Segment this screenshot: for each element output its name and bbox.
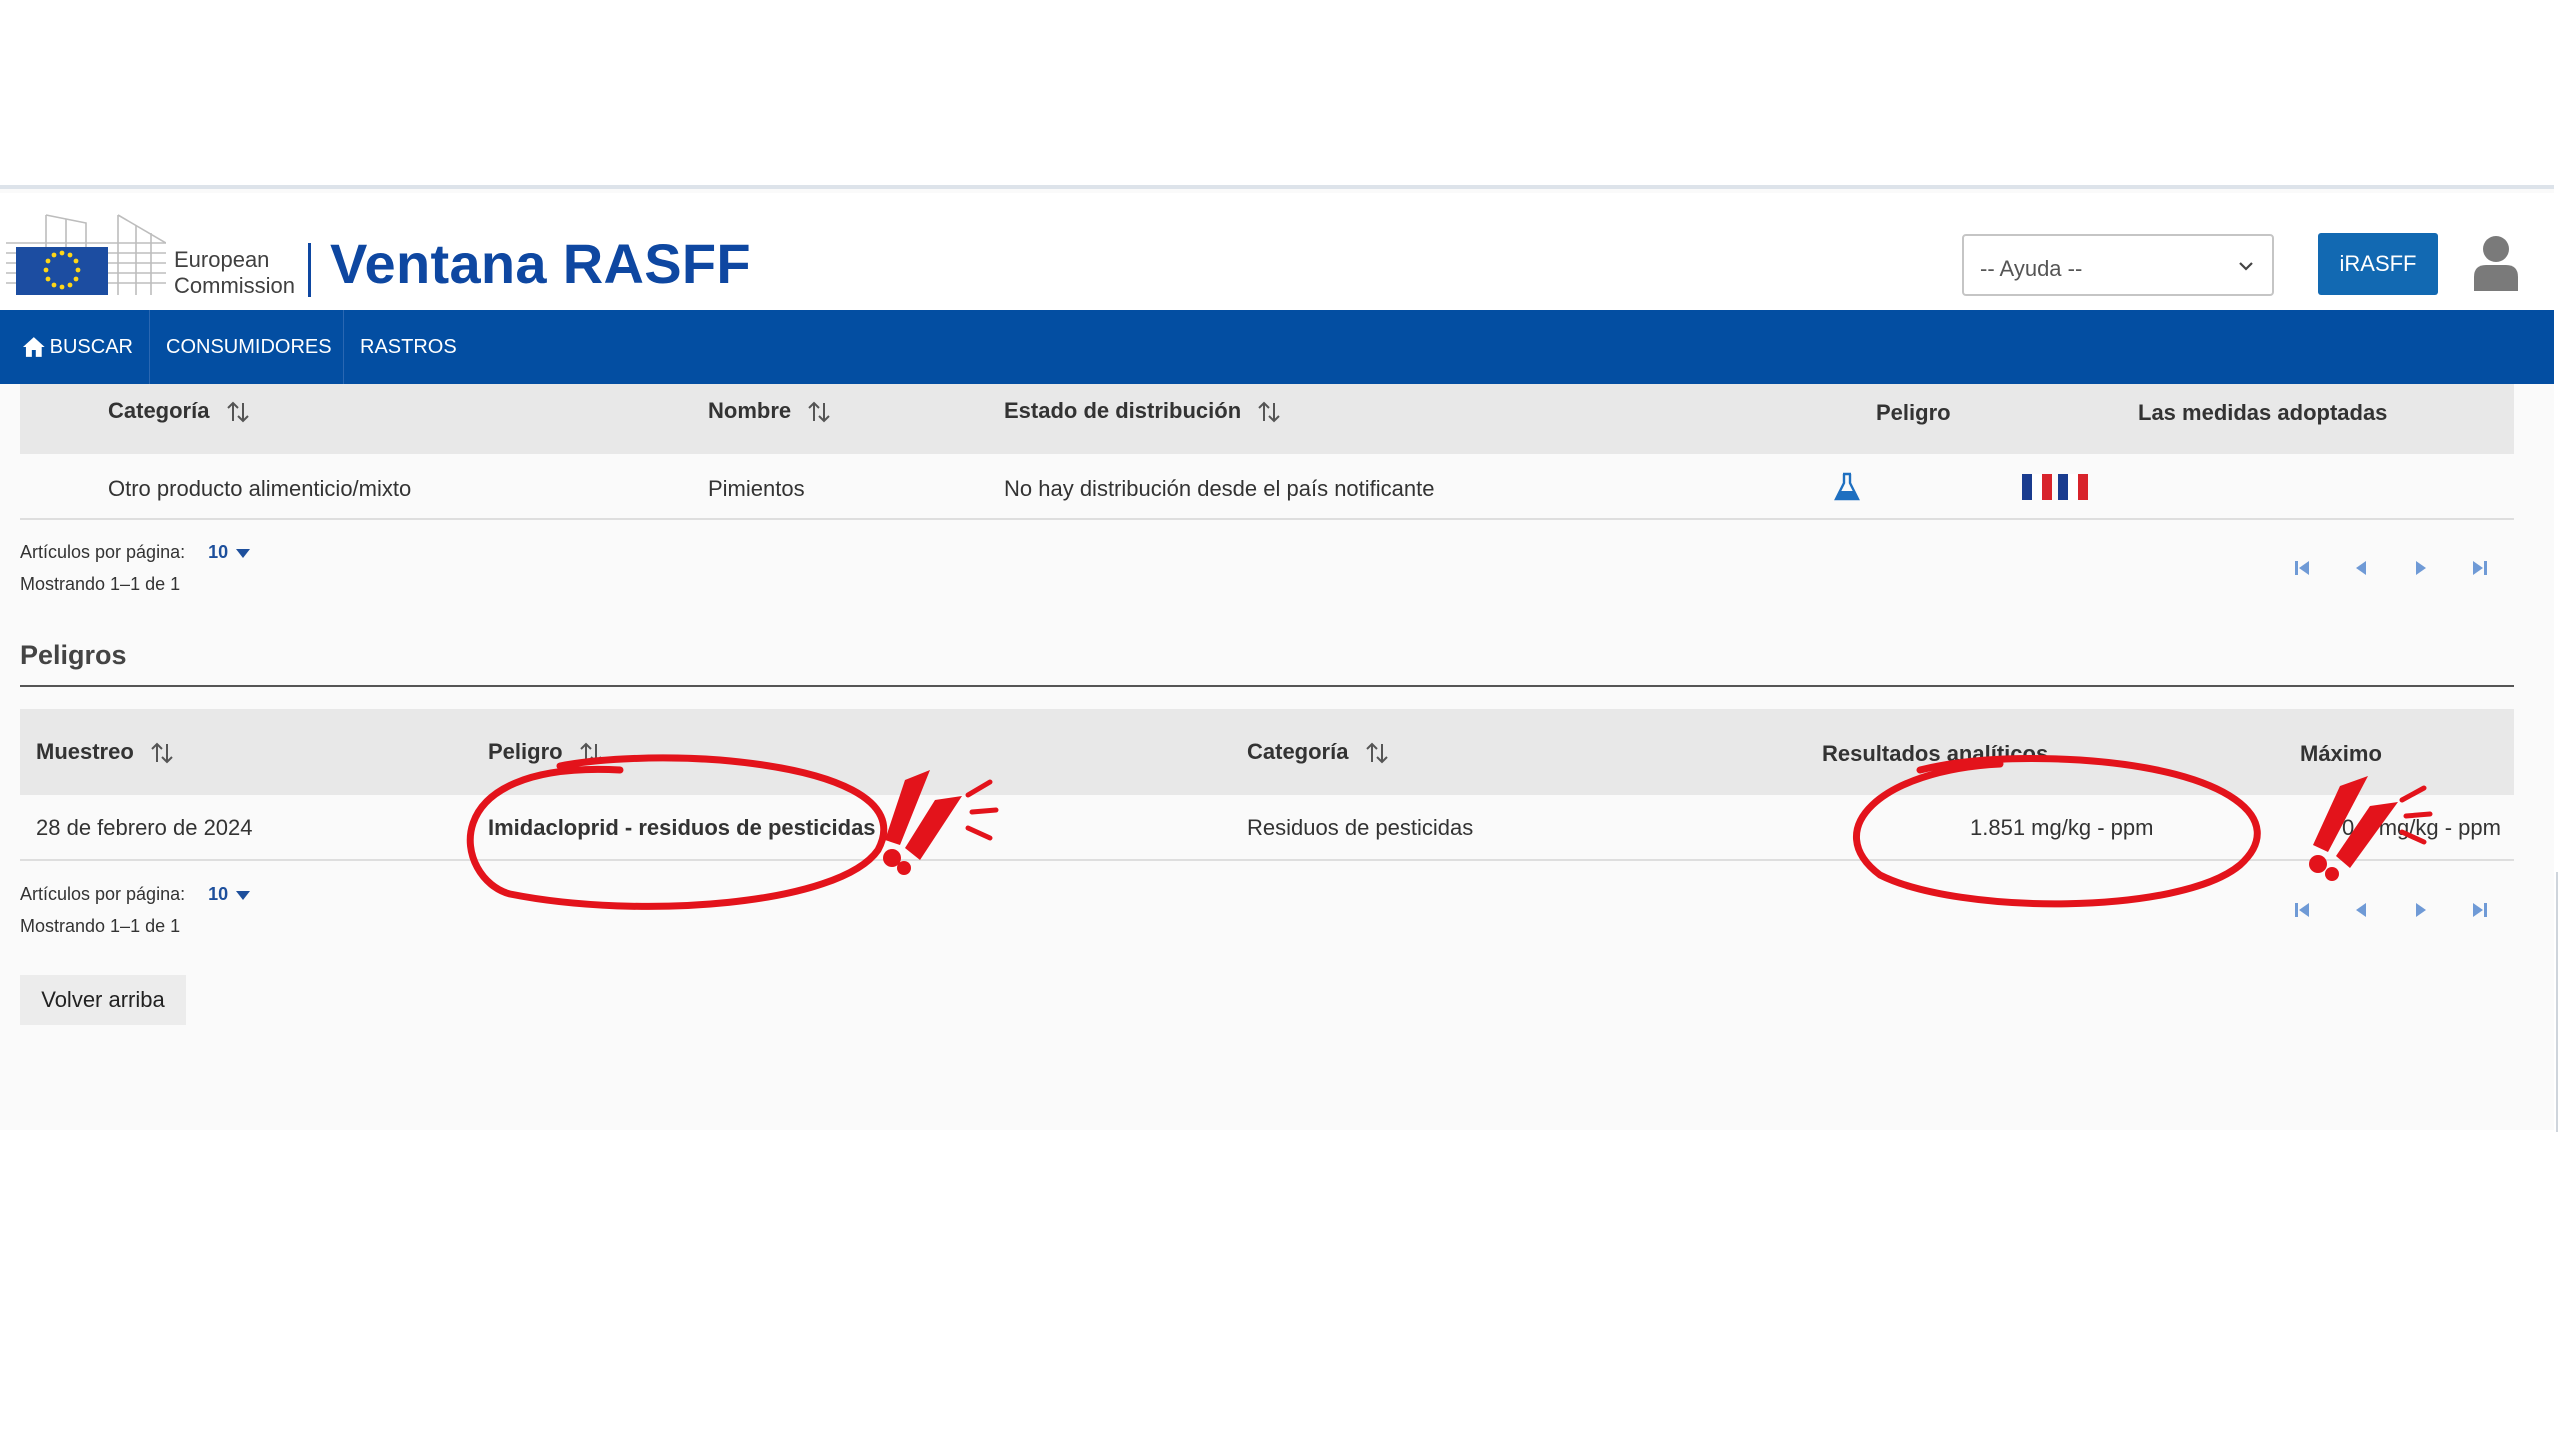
first-page-icon[interactable] xyxy=(2290,556,2314,580)
last-page-icon[interactable] xyxy=(2468,556,2492,580)
col-header-label: Categoría xyxy=(1247,739,1349,764)
cell-maximo: 0,9 mg/kg - ppm xyxy=(2342,815,2501,840)
prev-page-icon[interactable] xyxy=(2350,898,2374,922)
cell-categoria: Residuos de pesticidas xyxy=(1247,815,1474,840)
app-title: Ventana RASFF xyxy=(330,232,751,295)
next-page-icon[interactable] xyxy=(2408,556,2432,580)
items-per-page-value[interactable]: 10 xyxy=(208,884,228,904)
nav-item-consumidores[interactable]: CONSUMIDORES xyxy=(150,310,344,384)
col-header-categoria[interactable]: Categoría xyxy=(108,398,250,424)
showing-count: Mostrando 1–1 de 1 xyxy=(20,916,181,936)
logo-line-2: Commission xyxy=(174,273,296,298)
nav-item-label: RASTROS xyxy=(360,335,457,358)
user-icon[interactable] xyxy=(2474,235,2518,291)
cell-categoria: Otro producto alimenticio/mixto xyxy=(108,476,412,501)
sort-icon[interactable] xyxy=(579,742,603,764)
last-page-icon[interactable] xyxy=(2468,898,2492,922)
help-select[interactable]: -- Ayuda -- xyxy=(1962,234,2274,296)
flask-icon[interactable] xyxy=(1834,472,1860,502)
pagination-info: Artículos por página: 10 Mostrando 1–1 d… xyxy=(20,536,251,600)
nav-item-buscar[interactable]: BUSCAR xyxy=(0,310,150,384)
cell-estado: No hay distribución desde el país notifi… xyxy=(1004,476,1435,501)
col-header-categoria[interactable]: Categoría xyxy=(1247,739,1389,765)
section-title-peligros: Peligros xyxy=(20,640,127,670)
section-divider xyxy=(20,685,2514,687)
cell-nombre: Pimientos xyxy=(708,476,805,501)
caret-down-icon[interactable] xyxy=(236,890,251,900)
home-icon xyxy=(22,337,45,357)
nav-item-label: CONSUMIDORES xyxy=(166,335,332,358)
sort-icon[interactable] xyxy=(150,742,174,764)
irasff-button[interactable]: iRASFF xyxy=(2318,233,2438,295)
items-per-page[interactable]: Artículos por página: 10 xyxy=(20,878,251,910)
caret-down-icon[interactable] xyxy=(236,548,251,558)
pagination-controls xyxy=(2290,898,2520,922)
col-header-maximo: Máximo xyxy=(2300,741,2382,766)
col-header-muestreo[interactable]: Muestreo xyxy=(36,739,174,765)
col-header-peligro[interactable]: Peligro xyxy=(488,739,603,765)
table-row: 28 de febrero de 2024 Imidacloprid - res… xyxy=(20,795,2514,861)
nav-item-label: BUSCAR xyxy=(49,335,133,358)
site-header: European Commission Ventana RASFF -- Ayu… xyxy=(0,193,2554,310)
items-per-page-value[interactable]: 10 xyxy=(208,542,228,562)
back-to-top-button[interactable]: Volver arriba xyxy=(20,975,186,1025)
main-nav: BUSCAR CONSUMIDORES RASTROS xyxy=(0,310,2554,384)
cell-resultado: 1.851 mg/kg - ppm xyxy=(1970,815,2154,840)
items-per-page-label: Artículos por página: xyxy=(20,542,186,562)
pagination-info: Artículos por página: 10 Mostrando 1–1 d… xyxy=(20,878,251,942)
chevron-down-icon xyxy=(2239,262,2253,271)
col-header-label: Estado de distribución xyxy=(1004,398,1242,423)
col-header-label: Categoría xyxy=(108,398,210,423)
next-page-icon[interactable] xyxy=(2408,898,2432,922)
hazards-table-header: Muestreo Peligro Categoría Resultados an… xyxy=(20,709,2514,795)
table-row: Otro producto alimenticio/mixto Pimiento… xyxy=(20,454,2514,520)
pagination-controls xyxy=(2290,556,2520,580)
col-header-peligro: Peligro xyxy=(1876,400,1951,425)
cell-peligro: Imidacloprid - residuos de pesticidas xyxy=(488,815,876,840)
cell-muestreo: 28 de febrero de 2024 xyxy=(36,815,253,840)
col-header-resultados: Resultados analíticos xyxy=(1822,741,2049,766)
help-select-value: -- Ayuda -- xyxy=(1980,256,2083,281)
european-commission-logo-icon xyxy=(6,214,166,295)
logo-text: European Commission xyxy=(174,247,295,299)
sort-icon[interactable] xyxy=(226,401,250,423)
sort-icon[interactable] xyxy=(1257,401,1281,423)
scrollbar[interactable] xyxy=(2556,872,2558,1132)
distribution-table-header: Categoría Nombre Estado de distribución … xyxy=(20,384,2514,454)
logo-divider xyxy=(308,243,311,297)
col-header-label: Muestreo xyxy=(36,739,134,764)
col-header-medidas: Las medidas adoptadas xyxy=(2138,400,2388,425)
app-window: European Commission Ventana RASFF -- Ayu… xyxy=(0,185,2554,1130)
first-page-icon[interactable] xyxy=(2290,898,2314,922)
items-per-page-label: Artículos por página: xyxy=(20,884,186,904)
col-header-nombre[interactable]: Nombre xyxy=(708,398,831,424)
sort-icon[interactable] xyxy=(807,401,831,423)
logo-line-1: European xyxy=(174,247,270,272)
col-header-estado[interactable]: Estado de distribución xyxy=(1004,398,1281,424)
prev-page-icon[interactable] xyxy=(2350,556,2374,580)
nav-item-rastros[interactable]: RASTROS xyxy=(344,310,474,384)
sort-icon[interactable] xyxy=(1365,742,1389,764)
france-flag-icon[interactable] xyxy=(2022,474,2088,500)
items-per-page[interactable]: Artículos por página: 10 xyxy=(20,536,251,568)
col-header-label: Peligro xyxy=(488,739,563,764)
showing-count: Mostrando 1–1 de 1 xyxy=(20,574,181,594)
col-header-label: Nombre xyxy=(708,398,792,423)
